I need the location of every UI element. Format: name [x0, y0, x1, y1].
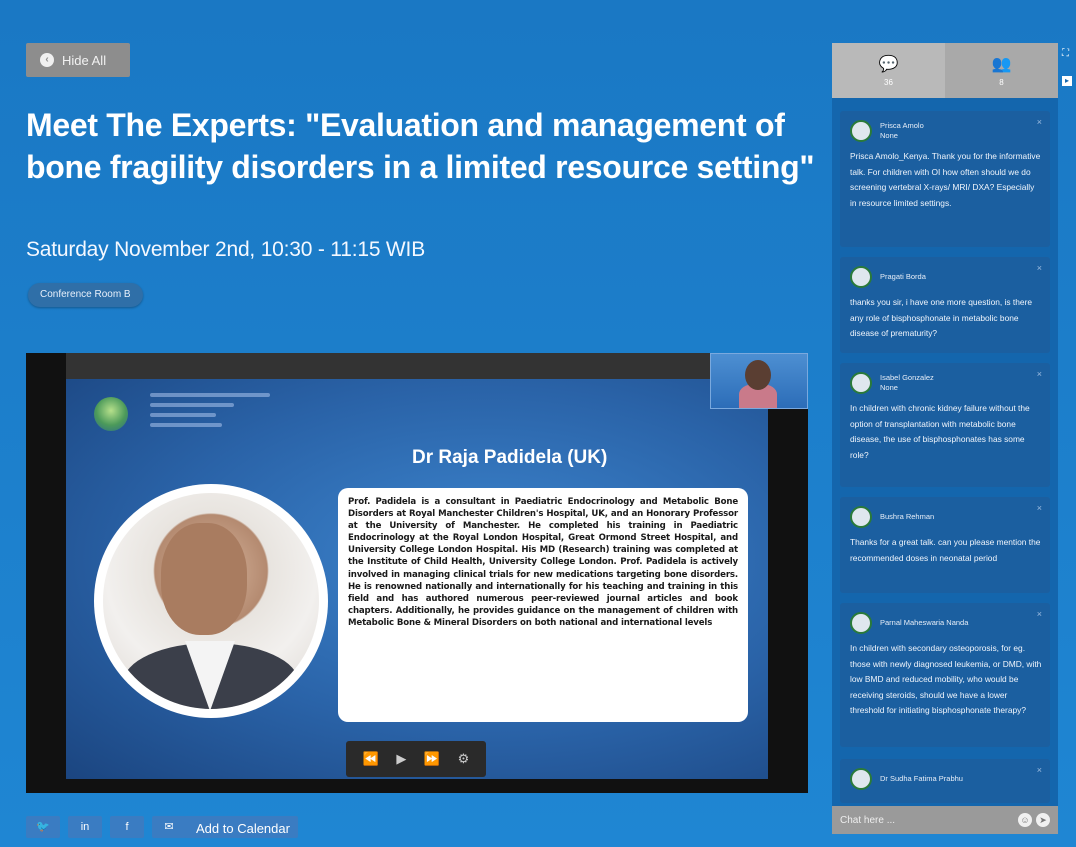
chat-message: Prisca Amolo None × Prisca Amolo_Kenya. T… — [840, 111, 1050, 247]
message-author: Bushra Rehman — [880, 512, 935, 521]
send-icon[interactable]: ➤ — [1036, 813, 1050, 827]
avatar — [850, 266, 872, 288]
chat-count: 36 — [884, 78, 893, 87]
emoji-icon[interactable]: ☺ — [1018, 813, 1032, 827]
close-icon[interactable]: × — [1037, 369, 1042, 379]
speaker-bio: Prof. Padidela is a consultant in Paedia… — [338, 488, 748, 722]
session-datetime: Saturday November 2nd, 10:30 - 11:15 WIB — [26, 238, 425, 261]
avatar — [850, 120, 872, 142]
message-text: thanks you sir, i have one more question… — [850, 297, 1033, 338]
message-text: In children with chronic kidney failure … — [850, 403, 1030, 460]
message-text: In children with secondary osteoporosis,… — [850, 643, 1042, 715]
video-side-bar — [768, 379, 808, 793]
message-author: Parnal Maheswaria Nanda — [880, 618, 969, 627]
panel-tabs: 💬 36 👥 8 — [832, 43, 1058, 98]
close-icon[interactable]: × — [1037, 503, 1042, 513]
chat-input[interactable]: Chat here ... ☺ ➤ — [832, 806, 1058, 834]
presenter-video-thumbnail[interactable] — [710, 353, 808, 409]
chat-message: Isabel Gonzalez None × In children with c… — [840, 363, 1050, 487]
close-icon[interactable]: × — [1037, 609, 1042, 619]
hide-all-label: Hide All — [62, 52, 107, 68]
message-author: Isabel Gonzalez — [880, 373, 934, 382]
facebook-share-button[interactable]: f — [110, 816, 144, 838]
avatar — [850, 768, 872, 790]
video-player[interactable]: Dr Raja Padidela (UK) Prof. Padidela is … — [26, 353, 808, 793]
fullscreen-icon[interactable]: ⛶ — [1062, 48, 1069, 59]
people-icon: 👥 — [991, 56, 1012, 73]
avatar — [850, 506, 872, 528]
avatar — [850, 612, 872, 634]
speaker-photo — [94, 484, 328, 718]
email-share-button[interactable]: ✉ — [152, 816, 186, 838]
chat-message: Bushra Rehman × Thanks for a great talk.… — [840, 497, 1050, 593]
slide-top-bar — [66, 353, 808, 379]
chat-message: Pragati Borda × thanks you sir, i have o… — [840, 257, 1050, 353]
message-author: Prisca Amolo — [880, 121, 924, 130]
message-text: Prisca Amolo_Kenya. Thank you for the in… — [850, 151, 1041, 208]
chat-icon: 💬 — [878, 56, 899, 73]
add-to-calendar-button[interactable]: Add to Calendar — [184, 816, 298, 838]
message-author: Dr Sudha Fatima Prabhu — [880, 774, 963, 783]
play-icon[interactable]: ▶ — [396, 751, 406, 767]
close-icon[interactable]: × — [1037, 263, 1042, 273]
tab-chat[interactable]: 💬 36 — [832, 43, 945, 98]
close-icon[interactable]: × — [1037, 117, 1042, 127]
linkedin-share-button[interactable]: in — [68, 816, 102, 838]
close-icon[interactable]: × — [1037, 765, 1042, 775]
session-title: Meet The Experts: "Evaluation and manage… — [26, 107, 815, 185]
chat-panel: 💬 36 👥 8 Prisca Amolo None × Prisca Amolo… — [832, 43, 1058, 833]
share-buttons: 🐦 in f ✉ — [26, 816, 186, 838]
room-badge[interactable]: Conference Room B — [28, 283, 143, 307]
logo-text — [150, 393, 270, 443]
fast-forward-icon[interactable]: ⏩ — [424, 751, 440, 767]
chat-message: Parnal Maheswaria Nanda × In children wi… — [840, 603, 1050, 747]
avatar — [850, 372, 872, 394]
message-author-sub: None — [880, 131, 898, 140]
collapse-icon[interactable]: ▸ — [1062, 76, 1072, 86]
chevron-left-icon: ‹ — [40, 53, 54, 67]
society-logo — [94, 397, 128, 431]
participants-count: 8 — [999, 78, 1004, 87]
message-author: Pragati Borda — [880, 272, 926, 281]
tab-participants[interactable]: 👥 8 — [945, 43, 1058, 98]
speaker-name: Dr Raja Padidela (UK) — [412, 447, 608, 468]
message-text: Thanks for a great talk. can you please … — [850, 537, 1041, 563]
chat-input-placeholder: Chat here ... — [840, 814, 896, 826]
message-author-sub: None — [880, 383, 898, 392]
settings-icon[interactable]: ⚙ — [458, 751, 470, 767]
hide-all-button[interactable]: ‹ Hide All — [26, 43, 130, 77]
chat-message: Dr Sudha Fatima Prabhu × — [840, 759, 1050, 803]
rewind-icon[interactable]: ⏪ — [363, 751, 379, 767]
video-controls: ⏪ ▶ ⏩ ⚙ — [346, 741, 486, 777]
twitter-share-button[interactable]: 🐦 — [26, 816, 60, 838]
